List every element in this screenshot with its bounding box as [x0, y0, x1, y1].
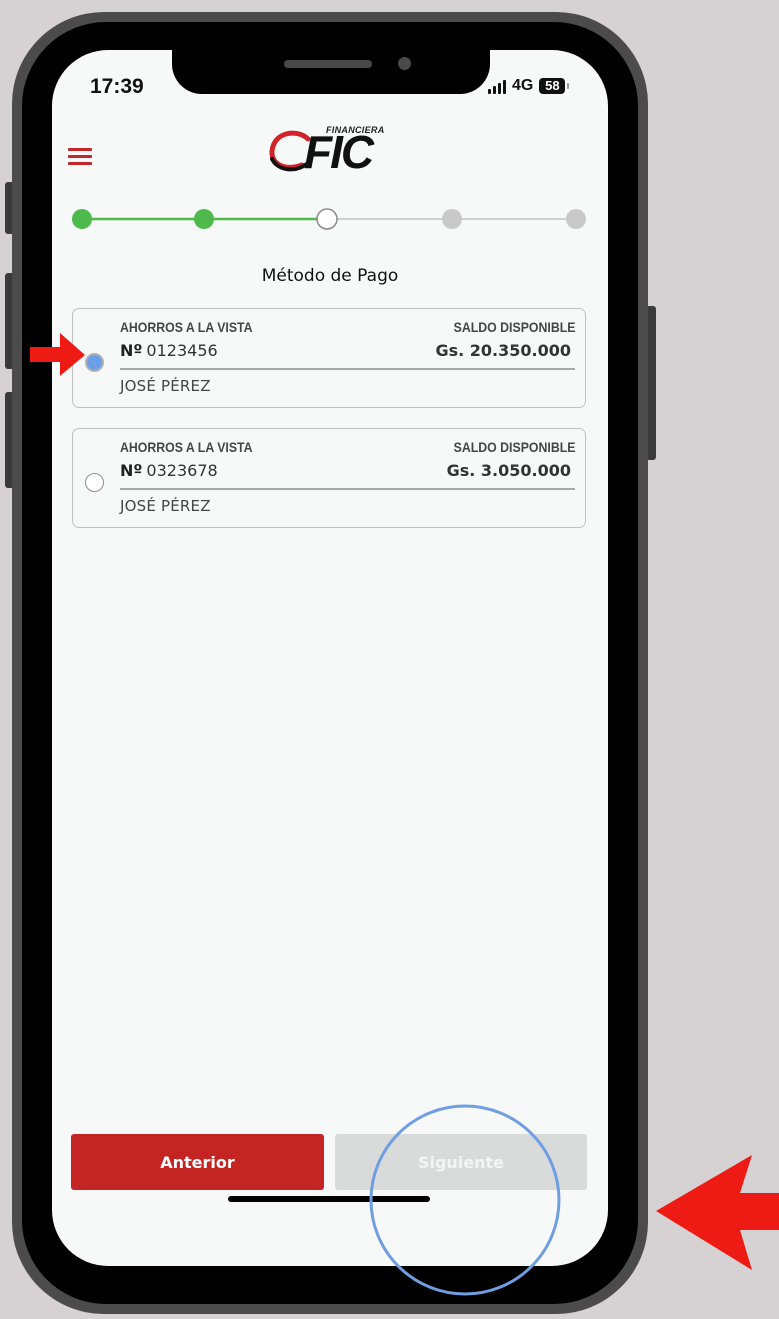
annotation-overlay: [30, 333, 779, 1296]
red-arrow-large-icon: [656, 1155, 779, 1270]
blue-highlight-circle: [369, 1104, 561, 1296]
red-arrow-small-icon: [30, 333, 85, 376]
